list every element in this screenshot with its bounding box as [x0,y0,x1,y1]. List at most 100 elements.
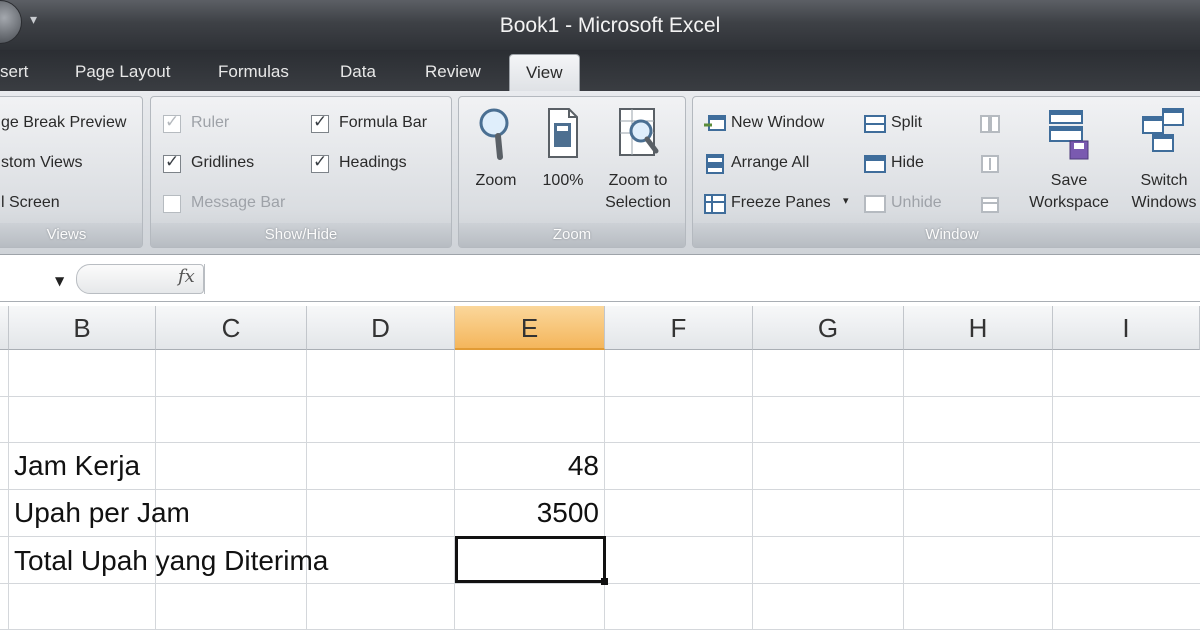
magnifier-icon [479,108,509,160]
grid-line [752,350,753,630]
switch-windows-label-1: Switch [1140,172,1188,189]
column-header-h[interactable]: H [904,306,1053,350]
gridlines-label: Gridlines [191,154,255,171]
formula-bar-label: Formula Bar [339,114,428,131]
check-icon: ✓ [165,112,180,132]
ribbon: ge Break Preview stom Views l Screen Vie… [0,91,1200,255]
switch-windows-button[interactable]: Switch Windows [1119,105,1200,214]
grid-line [8,350,9,630]
split-button[interactable]: Split [891,114,922,132]
group-window: New Window Arrange All Freeze Panes ▾ Sp… [692,96,1200,248]
switch-windows-label-2: Windows [1131,194,1197,211]
save-workspace-icon [1049,110,1089,160]
formula-bar-checkbox[interactable]: ✓ [311,112,329,133]
split-icon [864,115,886,133]
zoom-to-selection-button[interactable]: Zoom to Selection [597,105,679,214]
grid-line [0,489,1200,490]
arrange-all-button[interactable]: Arrange All [731,154,809,172]
window-title: Book1 - Microsoft Excel [499,14,721,37]
tab-view[interactable]: View [509,54,580,94]
tab-insert[interactable]: sert [0,62,28,82]
column-header-b[interactable]: B [9,306,156,350]
tab-review[interactable]: Review [425,62,481,82]
headings-label: Headings [339,154,407,171]
group-show-hide: ✓ Ruler ✓ Gridlines Message Bar ✓ Formul… [150,96,452,248]
gridlines-checkbox[interactable]: ✓ [163,152,181,173]
new-window-button[interactable]: New Window [731,114,824,132]
column-header-c[interactable]: C [156,306,307,350]
group-label-views: Views [0,223,142,247]
freeze-panes-dropdown-icon[interactable]: ▾ [843,194,849,207]
column-header-i[interactable]: I [1053,306,1200,350]
switch-windows-icon [1142,108,1184,152]
group-label-window: Window [693,223,1200,247]
column-header-e[interactable]: E [455,306,605,350]
cell-e-jam-kerja[interactable]: 48 [455,450,599,482]
name-box-dropdown-icon[interactable]: ▼ [55,274,64,288]
cell-b-jam-kerja[interactable]: Jam Kerja [14,450,140,482]
grid-line [454,350,455,630]
message-bar-label: Message Bar [191,194,286,211]
hide-icon [864,155,886,173]
zoom-100-button[interactable]: 100% [535,105,591,192]
grid-line [604,350,605,630]
headings-checkbox[interactable]: ✓ [311,152,329,173]
custom-views-button[interactable]: stom Views [1,154,83,172]
save-workspace-label-2: Workspace [1029,194,1109,211]
tab-data[interactable]: Data [340,62,376,82]
cell-e-upah-per-jam[interactable]: 3500 [455,497,599,529]
formula-input[interactable] [204,264,1200,294]
active-cell-e-total[interactable] [455,536,606,583]
column-header-f[interactable]: F [605,306,753,350]
group-zoom: Zoom 100% Zoom to Selection Zoom [458,96,686,248]
ruler-checkbox[interactable]: ✓ [163,112,181,133]
zoom-button[interactable]: Zoom [469,105,523,192]
page-break-preview-button[interactable]: ge Break Preview [1,114,126,132]
cell-b-upah-per-jam[interactable]: Upah per Jam [14,497,190,529]
reset-window-position-icon[interactable] [979,193,1001,215]
insert-function-icon[interactable]: fx [178,266,195,287]
cell-b-total-upah[interactable]: Total Upah yang Diterima [14,545,328,577]
save-workspace-button[interactable]: Save Workspace [1019,105,1119,214]
view-side-by-side-icon[interactable] [979,113,1001,135]
grid-line [1052,350,1053,630]
grid-line [306,350,307,630]
zoom-to-selection-label-2: Selection [605,194,671,211]
hide-button[interactable]: Hide [891,154,924,172]
column-header-a[interactable] [0,306,9,350]
check-icon: ✓ [165,152,180,172]
grid-line [903,350,904,630]
unhide-icon [864,195,886,213]
group-label-show-hide: Show/Hide [151,223,451,247]
freeze-panes-button[interactable]: Freeze Panes [731,194,831,212]
new-window-icon [704,115,726,131]
grid-line [0,442,1200,443]
ruler-label: Ruler [191,114,230,131]
grid-line [0,583,1200,584]
page-icon [548,108,578,158]
title-bar: ▾ Book1 - Microsoft Excel [0,0,1200,50]
zoom-100-label: 100% [542,172,584,189]
arrange-all-icon [706,154,724,174]
freeze-panes-icon [704,194,726,214]
check-icon: ✓ [313,152,328,172]
synchronous-scrolling-icon[interactable] [979,153,1001,175]
column-header-d[interactable]: D [307,306,455,350]
tab-page-layout[interactable]: Page Layout [75,62,170,82]
zoom-to-selection-label-1: Zoom to [608,172,668,189]
column-header-g[interactable]: G [753,306,904,350]
zoom-selection-icon [619,108,659,156]
formula-bar: ▼ fx [0,256,1200,302]
group-workbook-views: ge Break Preview stom Views l Screen Vie… [0,96,143,248]
tab-formulas[interactable]: Formulas [218,62,289,82]
grid-line [0,396,1200,397]
message-bar-checkbox[interactable] [163,195,181,213]
ribbon-tab-bar: sert Page Layout Formulas Data Review Vi… [0,50,1200,94]
group-label-zoom: Zoom [459,223,685,247]
unhide-button[interactable]: Unhide [891,194,942,212]
zoom-button-label: Zoom [475,172,517,189]
save-workspace-label-1: Save [1050,172,1088,189]
full-screen-button[interactable]: l Screen [1,194,60,212]
grid-line [155,350,156,630]
fill-handle[interactable] [601,578,608,585]
